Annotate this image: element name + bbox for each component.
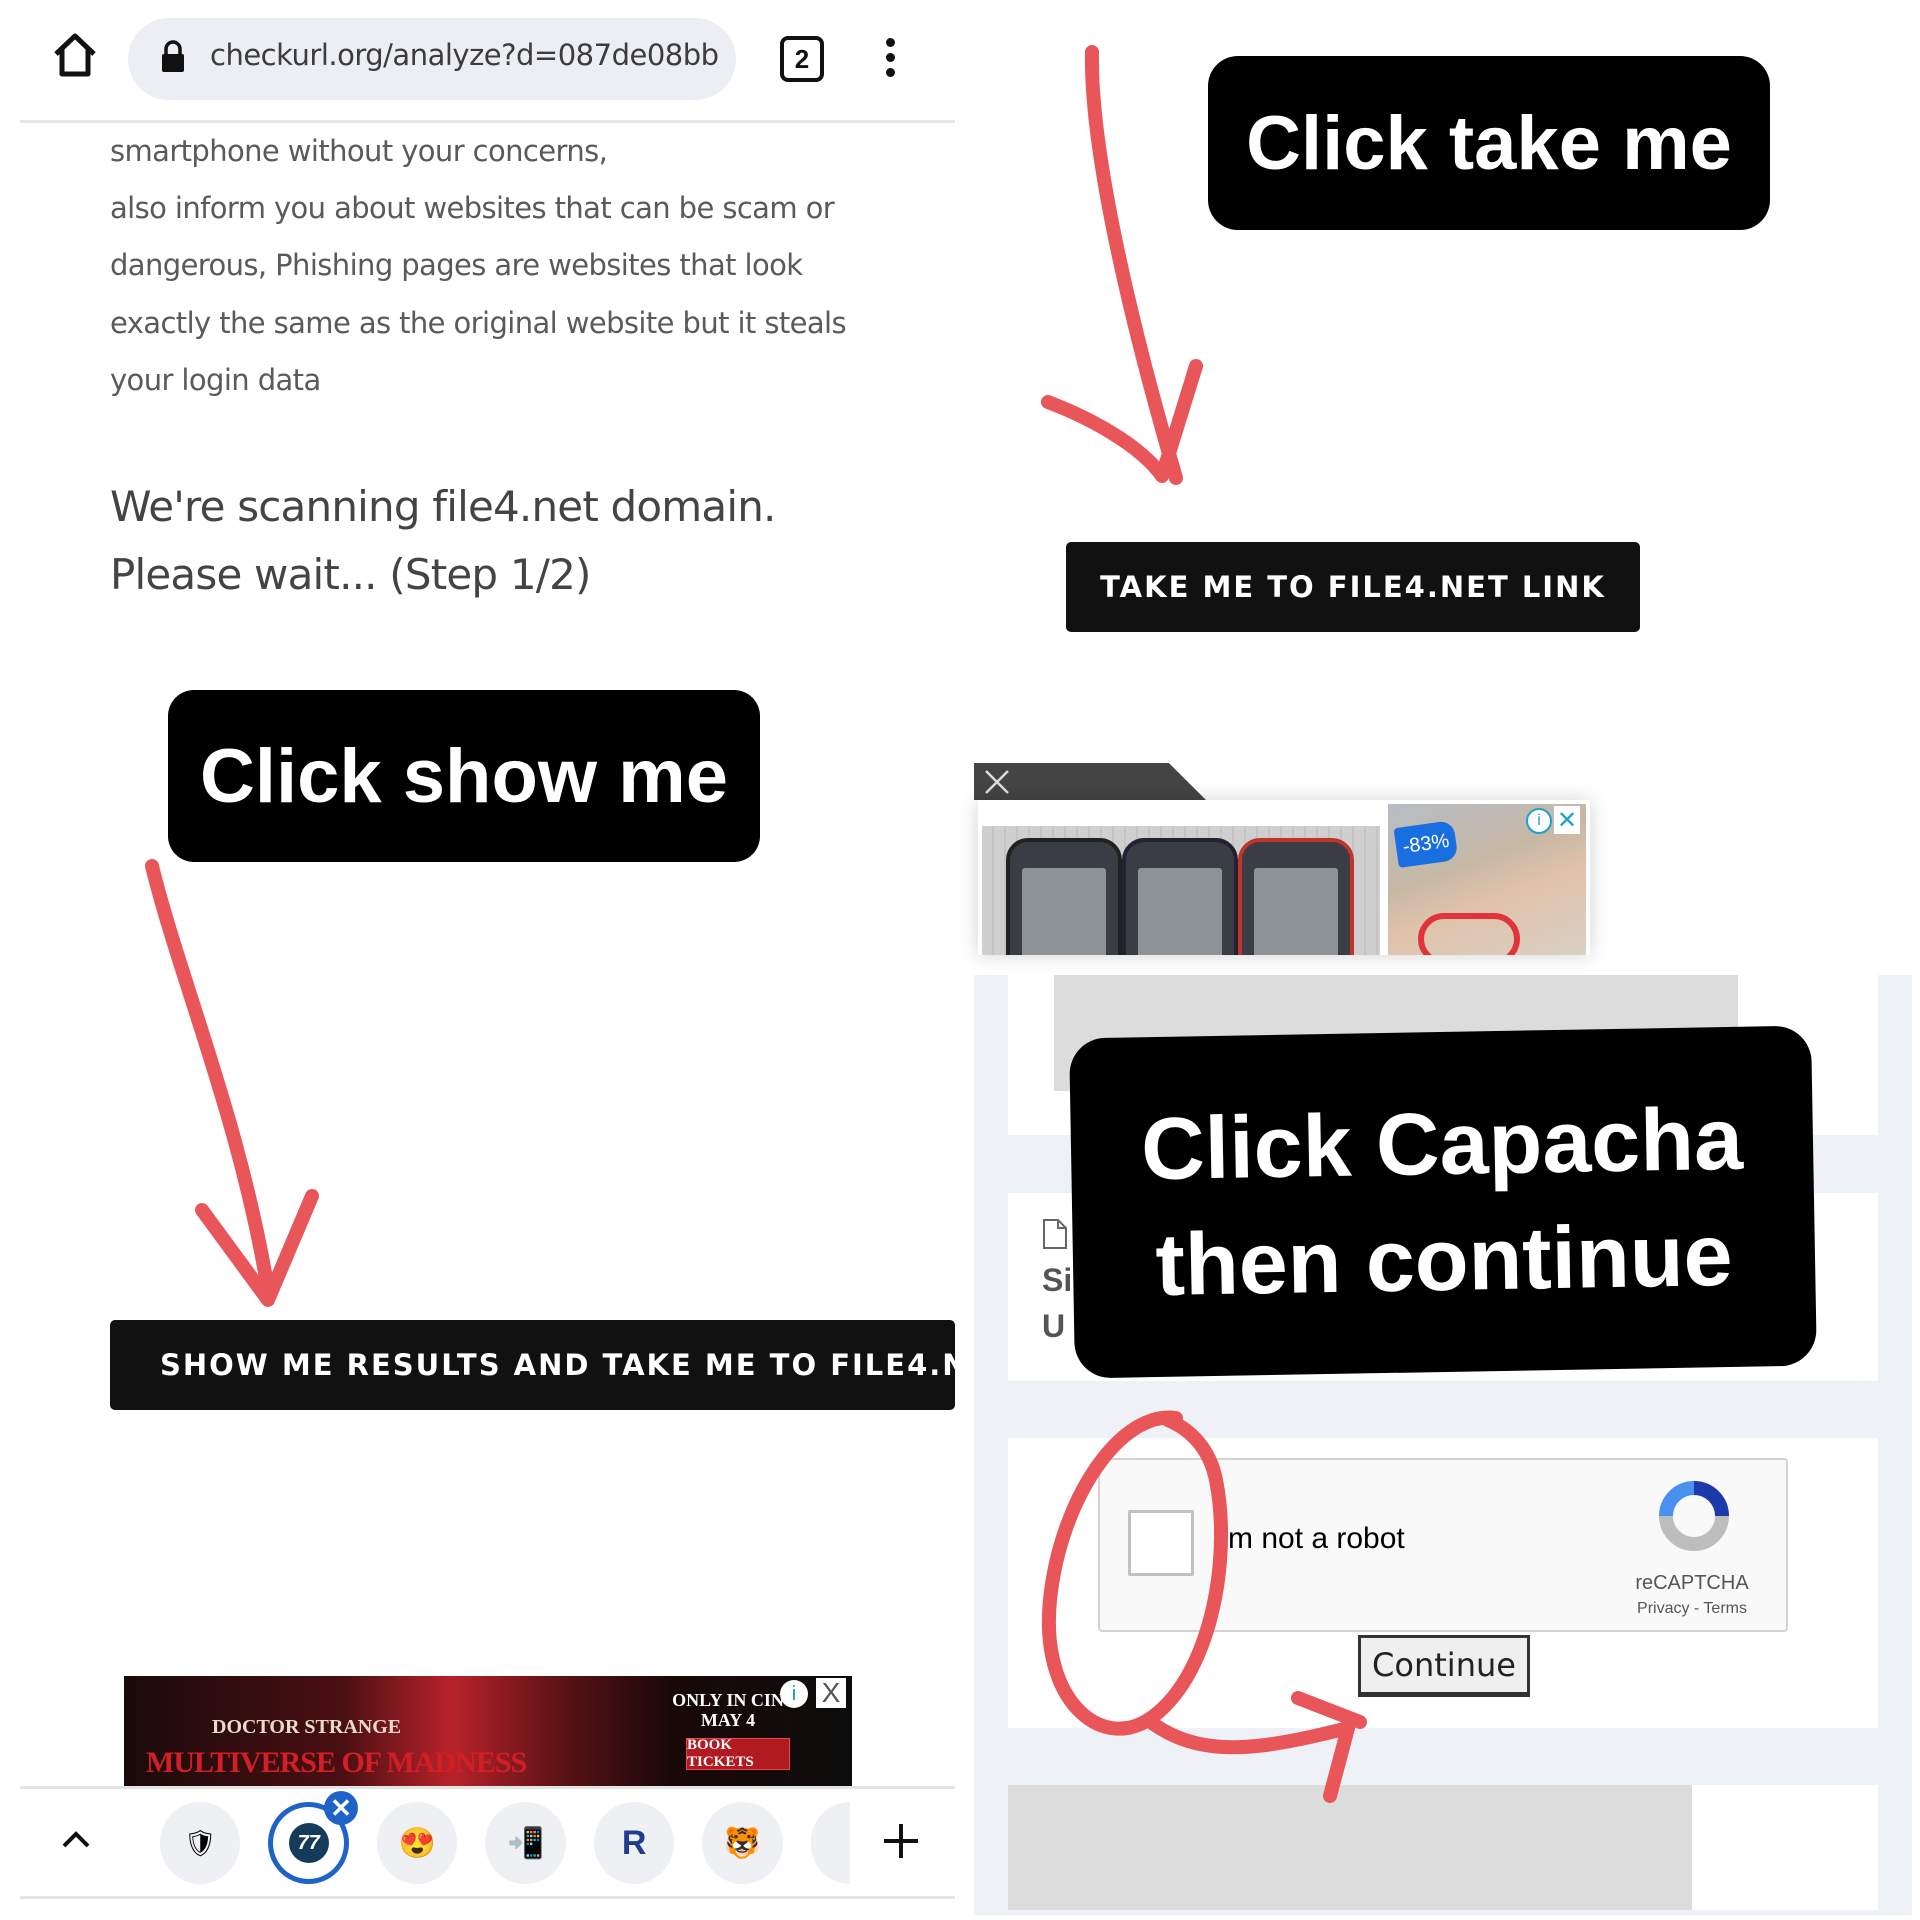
arrow-to-take-button-head bbox=[1041, 359, 1203, 483]
home-button[interactable] bbox=[50, 30, 100, 80]
77-logo-icon: 77 bbox=[288, 1823, 329, 1863]
discount-tag: -83% bbox=[1393, 820, 1459, 868]
tab-strip-divider-top bbox=[20, 1786, 955, 1789]
body-text-line: dangerous, Phishing pages are websites t… bbox=[110, 248, 803, 282]
phones-ad-image bbox=[982, 826, 1380, 955]
toolbar-divider bbox=[20, 120, 955, 123]
ad-subtitle: MULTIVERSE OF MADNESS bbox=[146, 1746, 527, 1779]
movie-banner-ad[interactable]: DOCTOR STRANGE MULTIVERSE OF MADNESS ONL… bbox=[124, 1676, 852, 1786]
book-tickets-button[interactable]: BOOK TICKETS bbox=[686, 1737, 790, 1770]
close-tab-icon[interactable]: ✕ bbox=[324, 1791, 359, 1825]
plus-icon bbox=[884, 1824, 918, 1858]
new-tab-button[interactable] bbox=[882, 1822, 920, 1860]
scan-status-heading: Please wait... (Step 1/2) bbox=[110, 550, 591, 599]
tab-item[interactable]: 🛡 bbox=[160, 1802, 241, 1884]
show-results-button[interactable]: SHOW ME RESULTS AND TAKE ME TO FILE4.NET bbox=[110, 1320, 955, 1410]
callout-click-show-me: Click show me bbox=[168, 690, 760, 862]
recaptcha-label: m not a robot bbox=[1228, 1522, 1405, 1555]
armrest-ad-image: -83% i ✕ bbox=[1388, 804, 1586, 955]
ad-tagline-line: ONLY IN CIN bbox=[672, 1690, 784, 1710]
shield-logo-icon: 🛡 bbox=[183, 1827, 217, 1858]
phone-image bbox=[1006, 838, 1122, 955]
continue-button[interactable]: Continue bbox=[1358, 1635, 1530, 1697]
ad-title: DOCTOR STRANGE bbox=[212, 1716, 402, 1738]
file-upload-label: U bbox=[1042, 1308, 1066, 1344]
body-text-line: smartphone without your concerns, bbox=[110, 134, 608, 168]
recaptcha-widget: m not a robot reCAPTCHA Privacy - Terms bbox=[1098, 1458, 1788, 1632]
ad-close-icon[interactable]: X bbox=[816, 1678, 846, 1708]
tab-item[interactable]: 😍 bbox=[377, 1802, 458, 1884]
tab-item-active[interactable]: 77 ✕ bbox=[268, 1791, 359, 1884]
file-size-label: Si bbox=[1042, 1262, 1073, 1298]
phone-image bbox=[1122, 838, 1238, 955]
heart-eyes-emoji-icon: 😍 bbox=[398, 1826, 436, 1860]
body-text-line: exactly the same as the original website… bbox=[110, 306, 847, 340]
ad-date: MAY 4 bbox=[700, 1710, 756, 1730]
ad-close-tab[interactable] bbox=[974, 763, 1206, 800]
lock-icon bbox=[160, 40, 186, 74]
callout-line: Click Capacha bbox=[1140, 1088, 1744, 1199]
take-me-to-link-button[interactable]: TAKE ME TO FILE4.NET LINK bbox=[1066, 542, 1640, 632]
arrow-to-show-button bbox=[145, 859, 275, 1297]
ad-info-icon[interactable]: i bbox=[1526, 808, 1552, 834]
tab-switcher-button[interactable]: 2 bbox=[780, 36, 824, 82]
r-logo-icon: R bbox=[621, 1823, 647, 1862]
bottom-ad-placeholder bbox=[1008, 1785, 1692, 1910]
recaptcha-brand: reCAPTCHA bbox=[1635, 1572, 1749, 1594]
recaptcha-logo-icon bbox=[1659, 1481, 1729, 1551]
chevron-up-icon bbox=[62, 1831, 90, 1848]
body-text-line: also inform you about websites that can … bbox=[110, 191, 835, 225]
callout-click-take-me: Click take me bbox=[1208, 56, 1770, 230]
tab-strip-divider-bottom bbox=[20, 1896, 955, 1899]
tab-group-strip: 🛡 77 ✕ 😍 📲 R 🐯 bbox=[160, 1791, 850, 1886]
scan-status-heading: We're scanning file4.net domain. bbox=[110, 482, 776, 531]
tab-item-partial[interactable] bbox=[810, 1802, 850, 1884]
url-text[interactable]: checkurl.org/analyze?d=087de08bb37c bbox=[210, 38, 720, 72]
arrow-to-take-button bbox=[1084, 45, 1183, 485]
arrow-to-show-button-head bbox=[195, 1189, 319, 1307]
ad-tagline: ONLY IN CIN MAY 4 bbox=[668, 1690, 788, 1730]
menu-kebab-icon[interactable] bbox=[886, 38, 895, 78]
file-icon bbox=[1042, 1218, 1068, 1250]
ad-info-icon[interactable]: i bbox=[780, 1680, 808, 1708]
armrest-red-pad bbox=[1418, 913, 1520, 955]
close-icon bbox=[985, 770, 1009, 794]
tiger-icon: 🐯 bbox=[723, 1826, 762, 1860]
product-ad[interactable]: -83% i ✕ bbox=[978, 800, 1590, 955]
collapse-tab-strip-button[interactable] bbox=[58, 1822, 94, 1858]
phone-image bbox=[1238, 838, 1354, 955]
recaptcha-privacy-terms-link[interactable]: Privacy - Terms bbox=[1622, 1600, 1762, 1618]
callout-click-captcha: Click Capacha then continue bbox=[1069, 1025, 1817, 1379]
body-text-line: your login data bbox=[110, 363, 321, 397]
home-icon bbox=[54, 33, 96, 77]
callout-line: then continue bbox=[1154, 1204, 1734, 1315]
ad-close-icon[interactable]: ✕ bbox=[1554, 806, 1580, 834]
tab-item[interactable]: 🐯 bbox=[702, 1802, 783, 1884]
tab-item[interactable]: 📲 bbox=[485, 1802, 566, 1884]
money-phone-icon: 📲 bbox=[507, 1826, 545, 1860]
tab-item[interactable]: R bbox=[593, 1802, 675, 1884]
recaptcha-checkbox[interactable] bbox=[1128, 1510, 1194, 1576]
